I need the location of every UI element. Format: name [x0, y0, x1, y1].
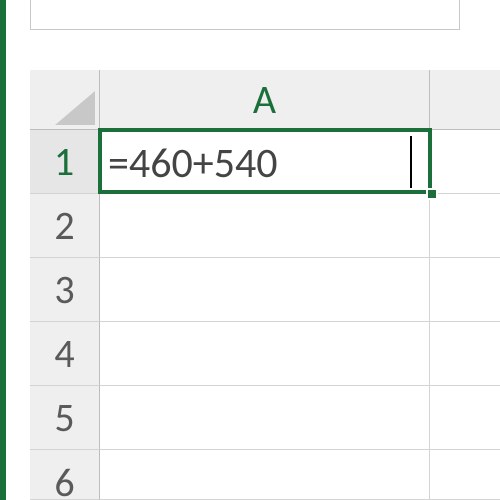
cell-B1[interactable]: [430, 130, 500, 194]
select-all-triangle-icon: [55, 91, 95, 125]
cell-B2[interactable]: [430, 194, 500, 258]
fill-handle[interactable]: [426, 188, 438, 200]
cell-A2[interactable]: [100, 194, 430, 258]
app-accent-stripe: [0, 0, 6, 500]
cell-A5[interactable]: [100, 386, 430, 450]
row-header-6[interactable]: 6: [30, 450, 100, 500]
active-cell-content[interactable]: =460+540: [108, 138, 278, 189]
row-header-3[interactable]: 3: [30, 258, 100, 322]
formula-bar[interactable]: [30, 0, 460, 30]
row-header-1[interactable]: 1: [30, 130, 100, 194]
cell-B4[interactable]: [430, 322, 500, 386]
cell-B3[interactable]: [430, 258, 500, 322]
cell-A4[interactable]: [100, 322, 430, 386]
select-all-corner[interactable]: [30, 70, 100, 130]
column-header-next[interactable]: [430, 70, 500, 130]
cell-A3[interactable]: [100, 258, 430, 322]
cell-A6[interactable]: [100, 450, 430, 500]
row-header-5[interactable]: 5: [30, 386, 100, 450]
column-header-A[interactable]: A: [100, 70, 430, 130]
cell-B6[interactable]: [430, 450, 500, 500]
cell-B5[interactable]: [430, 386, 500, 450]
text-caret: [410, 136, 412, 188]
row-header-2[interactable]: 2: [30, 194, 100, 258]
row-header-4[interactable]: 4: [30, 322, 100, 386]
